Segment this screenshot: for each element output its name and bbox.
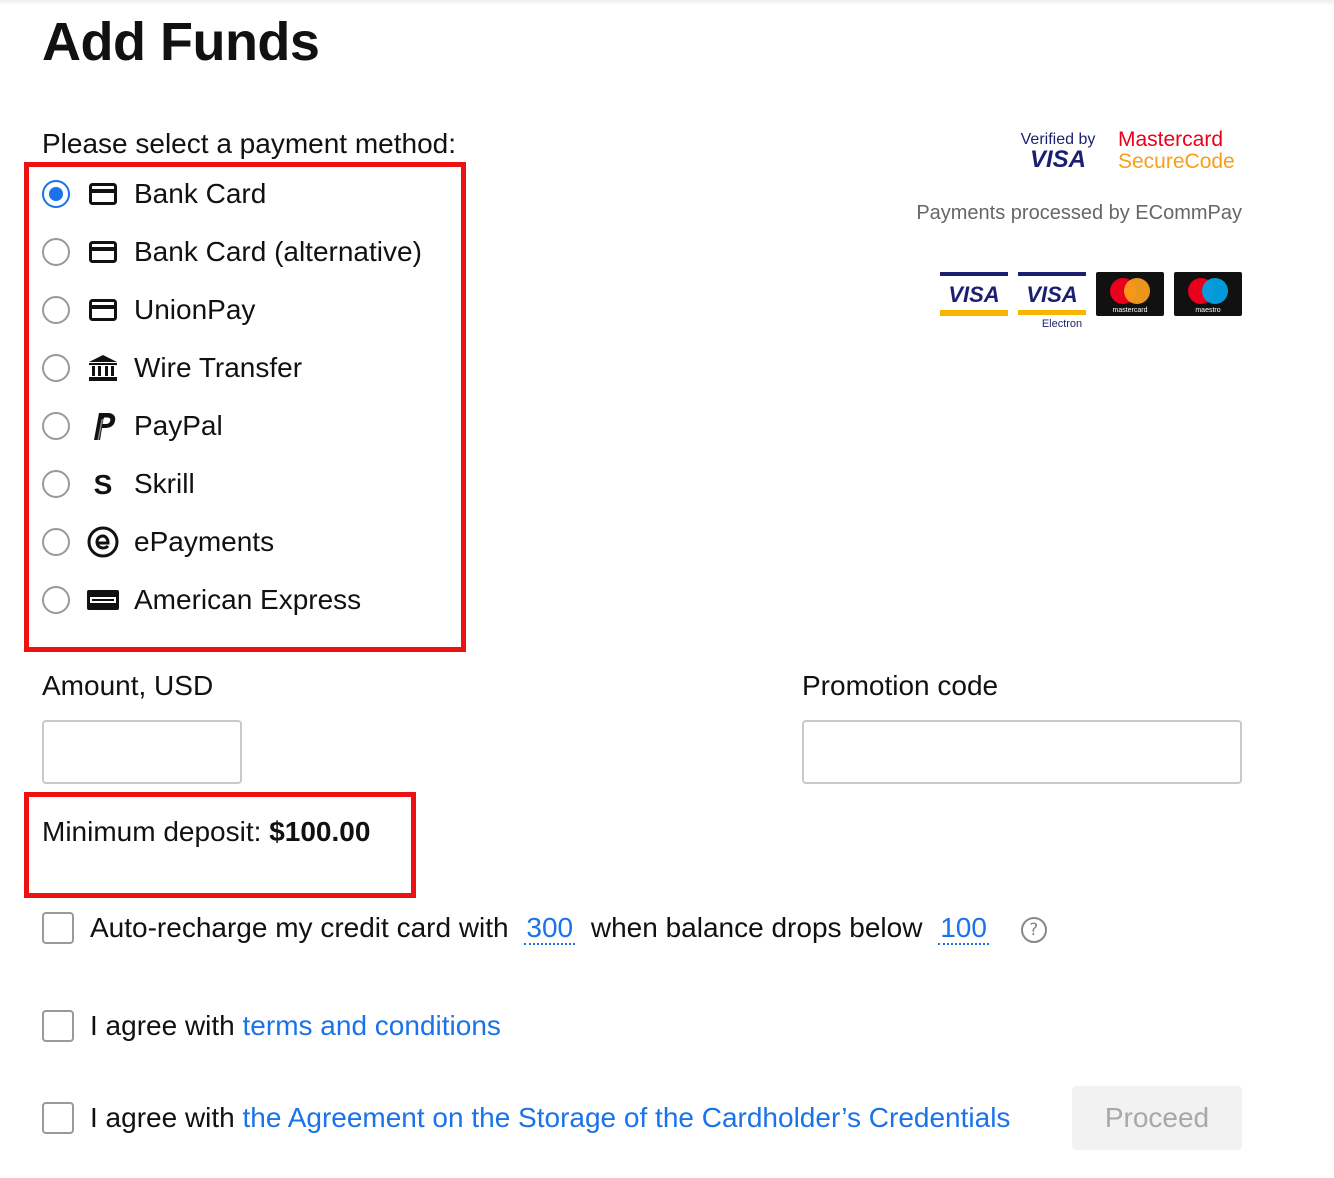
visa-logo-text: VISA bbox=[948, 282, 999, 307]
epayments-icon bbox=[86, 525, 120, 559]
method-label: ePayments bbox=[134, 526, 275, 557]
mastercard-logo: mastercard bbox=[1096, 272, 1164, 321]
method-epayments[interactable]: ePayments bbox=[42, 522, 274, 562]
visa-electron-logo: VISA Electron bbox=[1018, 272, 1086, 335]
terms-checkbox[interactable] bbox=[42, 1010, 74, 1042]
auto-recharge-text1: Auto-recharge my credit card with bbox=[90, 912, 509, 943]
minimum-deposit-amount: $100.00 bbox=[269, 816, 371, 847]
radio-wire-transfer[interactable] bbox=[42, 354, 70, 382]
auto-recharge-text2: when balance drops below bbox=[590, 912, 923, 943]
method-american-express[interactable]: American Express bbox=[42, 580, 361, 620]
promotion-code-label: Promotion code bbox=[802, 670, 999, 701]
radio-skrill[interactable] bbox=[42, 470, 70, 498]
method-label: PayPal bbox=[134, 410, 223, 441]
minimum-deposit-label: Minimum deposit: bbox=[42, 816, 270, 847]
method-label: Bank Card bbox=[134, 178, 267, 209]
radio-bank-card-alternative[interactable] bbox=[42, 238, 70, 266]
auto-recharge-checkbox[interactable] bbox=[42, 912, 74, 944]
amount-label: Amount, USD bbox=[42, 670, 214, 701]
method-label: Wire Transfer bbox=[134, 352, 303, 383]
visa-logo: VISA bbox=[940, 272, 1008, 321]
terms-prefix: I agree with bbox=[90, 1010, 243, 1041]
payment-method-prompt: Please select a payment method: bbox=[42, 128, 457, 159]
amount-input[interactable] bbox=[42, 720, 242, 784]
credit-card-icon bbox=[86, 293, 120, 327]
radio-american-express[interactable] bbox=[42, 586, 70, 614]
terms-link[interactable]: terms and conditions bbox=[243, 1010, 501, 1041]
storage-agreement-link[interactable]: the Agreement on the Storage of the Card… bbox=[243, 1102, 1011, 1133]
maestro-sub: maestro bbox=[1195, 307, 1220, 314]
method-label: Bank Card (alternative) bbox=[134, 236, 422, 267]
visa-electron-text: VISA bbox=[1026, 282, 1077, 307]
paypal-icon bbox=[86, 409, 120, 443]
radio-paypal[interactable] bbox=[42, 412, 70, 440]
radio-epayments[interactable] bbox=[42, 528, 70, 556]
minimum-deposit: Minimum deposit: $100.00 bbox=[42, 814, 370, 850]
recharge-threshold-link[interactable]: 100 bbox=[938, 912, 989, 945]
proceed-button[interactable]: Proceed bbox=[1072, 1086, 1242, 1150]
method-bank-card[interactable]: Bank Card bbox=[42, 174, 266, 214]
processed-by-text: Payments processed by ECommPay bbox=[916, 202, 1242, 224]
mastercard-sub: mastercard bbox=[1112, 307, 1147, 314]
method-bank-card-alternative[interactable]: Bank Card (alternative) bbox=[42, 232, 422, 272]
recharge-amount-link[interactable]: 300 bbox=[524, 912, 576, 945]
credit-card-icon bbox=[86, 235, 120, 269]
top-divider bbox=[0, 0, 1334, 6]
vbv-line2: VISA bbox=[1030, 146, 1086, 173]
radio-unionpay[interactable] bbox=[42, 296, 70, 324]
maestro-logo: maestro bbox=[1174, 272, 1242, 321]
mastercard-securecode-badge: Mastercard SecureCode bbox=[1118, 128, 1244, 174]
svg-text:S: S bbox=[94, 470, 113, 498]
storage-prefix: I agree with bbox=[90, 1102, 243, 1133]
method-skrill[interactable]: S Skrill bbox=[42, 464, 195, 504]
method-label: UnionPay bbox=[134, 294, 256, 325]
storage-agreement-checkbox[interactable] bbox=[42, 1102, 74, 1134]
credit-card-icon bbox=[86, 177, 120, 211]
mc-line1: Mastercard bbox=[1118, 128, 1223, 151]
mc-line2: SecureCode bbox=[1118, 150, 1235, 173]
method-label: Skrill bbox=[134, 468, 195, 499]
bank-icon bbox=[86, 351, 120, 385]
amex-icon bbox=[86, 583, 120, 617]
method-label: American Express bbox=[134, 584, 362, 615]
visa-electron-sub: Electron bbox=[1042, 318, 1082, 330]
verified-by-visa-badge: Verified by VISA bbox=[1018, 128, 1098, 174]
promotion-code-input[interactable] bbox=[802, 720, 1242, 784]
storage-agreement-text: I agree with the Agreement on the Storag… bbox=[90, 1100, 1010, 1136]
radio-bank-card[interactable] bbox=[42, 180, 70, 208]
terms-text: I agree with terms and conditions bbox=[90, 1008, 501, 1044]
page-title: Add Funds bbox=[42, 12, 320, 72]
method-wire-transfer[interactable]: Wire Transfer bbox=[42, 348, 302, 388]
help-icon[interactable]: ? bbox=[1020, 916, 1047, 943]
method-unionpay[interactable]: UnionPay bbox=[42, 290, 255, 330]
skrill-icon: S bbox=[86, 467, 120, 501]
method-paypal[interactable]: PayPal bbox=[42, 406, 223, 446]
auto-recharge-text: Auto-recharge my credit card with 300 wh… bbox=[90, 910, 1047, 946]
